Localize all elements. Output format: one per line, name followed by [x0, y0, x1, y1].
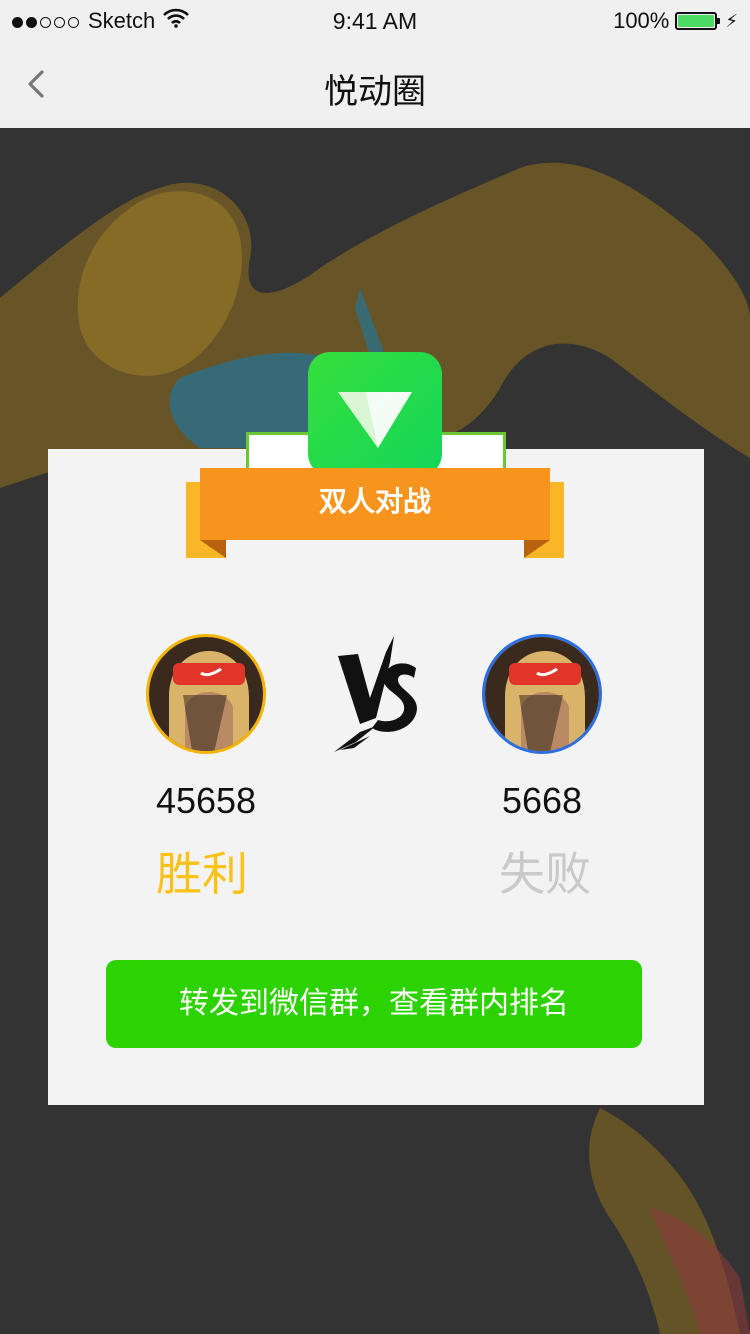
page-title: 悦动圈: [324, 73, 426, 111]
ribbon-left-fold: [200, 540, 226, 558]
player-left-avatar[interactable]: [146, 634, 266, 754]
battle-mode-badge: 双人对战: [200, 468, 550, 540]
player-right-score: 5668: [501, 780, 583, 821]
app-logo-icon: [338, 392, 412, 448]
player-right-result: 失败: [499, 848, 591, 900]
vs-icon: [330, 632, 426, 756]
battery-icon: [675, 12, 721, 30]
player-left-score: 45658: [155, 780, 257, 821]
ribbon-right-fold: [524, 540, 550, 558]
status-bar: Sketch 9:41 AM 100% ⚡: [0, 0, 750, 40]
player-left-result: 胜利: [156, 848, 248, 900]
share-to-wechat-group-button[interactable]: 转发到微信群，查看群内排名: [106, 960, 642, 1048]
player-right-avatar[interactable]: [482, 634, 602, 754]
app-logo: [308, 352, 442, 476]
charging-bolt-icon: ⚡: [725, 10, 738, 31]
battery-percent: 100%: [613, 8, 670, 33]
navigation-bar: 悦动圈: [0, 40, 750, 128]
